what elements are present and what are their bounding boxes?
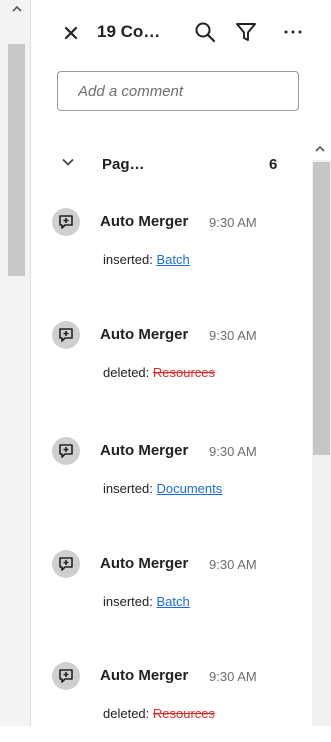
comment-change: inserted: Documents <box>103 481 222 496</box>
comment-item[interactable]: Auto Merger 9:30 AM inserted: Batch <box>52 208 307 288</box>
comment-item[interactable]: Auto Merger 9:30 AM inserted: Batch <box>52 550 307 630</box>
comment-time: 9:30 AM <box>209 444 257 459</box>
comment-item[interactable]: Auto Merger 9:30 AM deleted: Resources <box>52 321 307 401</box>
change-action: inserted: <box>103 481 153 496</box>
comment-change: deleted: Resources <box>103 706 215 721</box>
comment-icon <box>52 437 80 465</box>
deleted-text: Resources <box>152 706 216 721</box>
comment-author: Auto Merger <box>100 667 189 684</box>
inserted-text-link[interactable]: Documents <box>157 481 223 496</box>
panel-title: 19 Co… <box>97 22 161 41</box>
comment-icon <box>52 208 80 236</box>
deleted-text: Resources <box>152 365 216 380</box>
chevron-down-icon[interactable] <box>60 154 76 170</box>
add-comment-input[interactable] <box>57 71 299 111</box>
comment-icon <box>52 321 80 349</box>
change-action: inserted: <box>103 252 153 267</box>
panel-divider <box>30 0 31 726</box>
comment-time: 9:30 AM <box>209 557 257 572</box>
change-action: deleted: <box>103 706 150 721</box>
search-icon[interactable] <box>193 20 217 44</box>
group-label[interactable]: Pag… <box>102 156 145 173</box>
scroll-up-icon[interactable] <box>313 142 327 156</box>
filter-icon[interactable] <box>234 20 258 44</box>
comments-scrollbar-thumb[interactable] <box>313 162 330 455</box>
comment-author: Auto Merger <box>100 213 189 230</box>
comment-time: 9:30 AM <box>209 328 257 343</box>
comment-time: 9:30 AM <box>209 669 257 684</box>
more-icon[interactable] <box>281 20 305 44</box>
close-icon[interactable] <box>60 22 82 44</box>
inserted-text-link[interactable]: Batch <box>157 594 190 609</box>
change-action: deleted: <box>103 365 150 380</box>
change-action: inserted: <box>103 594 153 609</box>
comment-change: inserted: Batch <box>103 594 190 609</box>
comment-change: inserted: Batch <box>103 252 190 267</box>
comment-icon <box>52 550 80 578</box>
document-scrollbar-thumb[interactable] <box>8 44 25 276</box>
comment-icon <box>52 662 80 690</box>
comment-item[interactable]: Auto Merger 9:30 AM deleted: Resources <box>52 662 307 742</box>
comment-author: Auto Merger <box>100 555 189 572</box>
comment-item[interactable]: Auto Merger 9:30 AM inserted: Documents <box>52 437 307 517</box>
comment-author: Auto Merger <box>100 442 189 459</box>
group-count: 6 <box>269 156 278 173</box>
scroll-up-icon[interactable] <box>10 2 24 16</box>
comment-change: deleted: Resources <box>103 365 215 380</box>
comment-time: 9:30 AM <box>209 215 257 230</box>
comment-author: Auto Merger <box>100 326 189 343</box>
inserted-text-link[interactable]: Batch <box>157 252 190 267</box>
